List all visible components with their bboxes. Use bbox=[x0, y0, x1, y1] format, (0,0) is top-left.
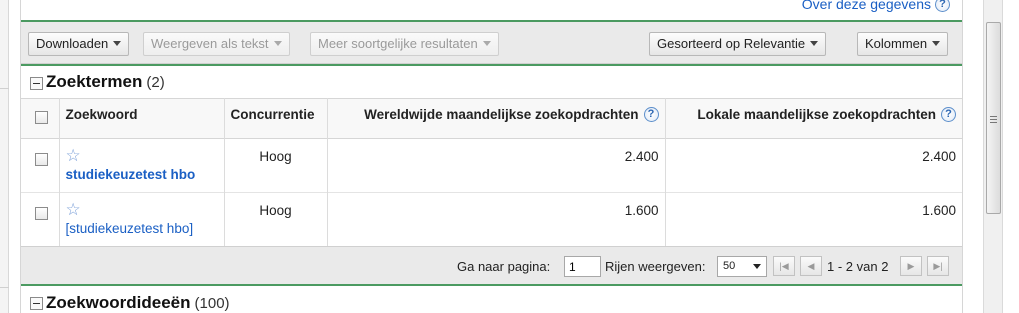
sort-dropdown[interactable]: Gesorteerd op Relevantie bbox=[649, 32, 827, 56]
local-searches-cell: 1.600 bbox=[922, 203, 956, 218]
section-title: Zoektermen (2) bbox=[46, 72, 165, 92]
vertical-scrollbar[interactable] bbox=[983, 0, 1003, 313]
keyword-cell: ☆ studiekeuzetest hbo bbox=[59, 138, 225, 193]
row-checkbox[interactable] bbox=[35, 207, 48, 220]
last-page-button[interactable]: ▶| bbox=[927, 256, 949, 276]
pagination-bar: Ga naar pagina: Rijen weergeven: 50 |◀ ◀… bbox=[21, 246, 962, 284]
results-toolbar: Downloaden Weergeven als tekst Meer soor… bbox=[21, 22, 962, 64]
table-row: ☆ studiekeuzetest hbo Hoog 2.400 2.400 bbox=[21, 138, 962, 193]
table-row: ☆ [studiekeuzetest hbo] Hoog 1.600 1.600 bbox=[21, 192, 962, 247]
column-header-competition[interactable]: Concurrentie bbox=[224, 98, 328, 139]
left-sidebar-edge bbox=[0, 0, 9, 313]
row-checkbox-cell bbox=[21, 138, 60, 193]
next-page-icon: ▶ bbox=[907, 261, 915, 271]
select-all-checkbox[interactable] bbox=[35, 111, 48, 124]
question-icon[interactable]: ? bbox=[941, 106, 956, 122]
local-searches-cell: 2.400 bbox=[922, 149, 956, 164]
rows-per-page-label: Rijen weergeven: bbox=[605, 259, 706, 274]
last-page-icon: ▶| bbox=[933, 261, 943, 271]
star-icon[interactable]: ☆ bbox=[66, 201, 218, 218]
keyword-ideas-title: Zoekwoordideeën bbox=[46, 293, 191, 312]
row-checkbox-cell bbox=[21, 192, 60, 247]
rows-per-page-select[interactable]: 50 bbox=[717, 256, 767, 277]
grip-icon bbox=[990, 116, 997, 117]
keyword-link[interactable]: studiekeuzetest hbo bbox=[66, 167, 218, 182]
next-page-button[interactable]: ▶ bbox=[900, 256, 922, 276]
global-searches-label: Wereldwijde maandelijkse zoekopdrachten bbox=[364, 107, 639, 122]
view-as-text-label: Weergeven als tekst bbox=[151, 36, 269, 51]
columns-dropdown-label: Kolommen bbox=[865, 36, 928, 51]
column-header-keyword[interactable]: Zoekwoord bbox=[59, 98, 225, 139]
keyword-ideas-count: (100) bbox=[194, 295, 230, 312]
global-searches-cell: 1.600 bbox=[327, 192, 666, 247]
collapse-icon[interactable] bbox=[30, 297, 43, 310]
about-data-label[interactable]: Over deze gegevens bbox=[802, 0, 931, 12]
column-header-local-searches[interactable]: Lokale maandelijkse zoekopdrachten? bbox=[665, 99, 962, 139]
prev-page-button[interactable]: ◀ bbox=[800, 256, 822, 276]
search-terms-count: (2) bbox=[146, 74, 165, 91]
first-page-icon: |◀ bbox=[779, 261, 789, 271]
chevron-down-icon bbox=[113, 41, 122, 47]
section-title: Zoekwoordideeën (100) bbox=[46, 293, 230, 313]
local-searches-label: Lokale maandelijkse zoekopdrachten bbox=[697, 107, 936, 122]
page-range-label: 1 - 2 van 2 bbox=[827, 259, 889, 274]
first-page-button[interactable]: |◀ bbox=[773, 256, 795, 276]
sort-dropdown-label: Gesorteerd op Relevantie bbox=[657, 36, 806, 51]
rows-per-page-value: 50 bbox=[723, 260, 736, 272]
competition-cell: Hoog bbox=[224, 192, 328, 247]
search-terms-header: Zoektermen (2) bbox=[21, 66, 962, 98]
chevron-down-icon bbox=[932, 41, 941, 47]
more-similar-label: Meer soortgelijke resultaten bbox=[318, 36, 478, 51]
global-searches-cell: 2.400 bbox=[327, 138, 666, 193]
search-terms-title: Zoektermen bbox=[46, 72, 143, 91]
chevron-down-icon bbox=[810, 41, 819, 47]
download-button[interactable]: Downloaden bbox=[28, 32, 130, 56]
keyword-link[interactable]: [studiekeuzetest hbo] bbox=[66, 221, 218, 236]
question-icon[interactable]: ? bbox=[935, 0, 950, 12]
download-button-label: Downloaden bbox=[36, 36, 109, 51]
scrollbar-thumb[interactable] bbox=[986, 22, 1001, 214]
select-all-cell bbox=[21, 98, 60, 139]
star-icon[interactable]: ☆ bbox=[66, 147, 218, 164]
table-header-row: Zoekwoord Concurrentie Wereldwijde maand… bbox=[21, 98, 962, 139]
question-icon[interactable]: ? bbox=[643, 106, 659, 122]
goto-page-label: Ga naar pagina: bbox=[457, 259, 551, 274]
collapse-icon[interactable] bbox=[30, 77, 43, 90]
prev-page-icon: ◀ bbox=[807, 261, 815, 271]
keyword-cell: ☆ [studiekeuzetest hbo] bbox=[59, 192, 225, 247]
row-checkbox[interactable] bbox=[35, 153, 48, 166]
keyword-tool-panel: Over deze gegevens? Downloaden Weergeven… bbox=[20, 0, 963, 313]
search-terms-table: Zoekwoord Concurrentie Wereldwijde maand… bbox=[21, 98, 962, 247]
column-header-global-searches[interactable]: Wereldwijde maandelijkse zoekopdrachten? bbox=[327, 98, 666, 139]
keyword-ideas-header: Zoekwoordideeën (100) bbox=[21, 286, 962, 313]
chevron-down-icon bbox=[273, 41, 282, 47]
chevron-down-icon bbox=[482, 41, 491, 47]
page-number-input[interactable] bbox=[564, 256, 601, 277]
columns-dropdown[interactable]: Kolommen bbox=[857, 32, 949, 56]
competition-cell: Hoog bbox=[224, 138, 328, 193]
view-as-text-button[interactable]: Weergeven als tekst bbox=[143, 32, 290, 56]
about-data-link[interactable]: Over deze gegevens? bbox=[802, 0, 950, 13]
left-sidebar-notch bbox=[0, 88, 9, 288]
more-similar-button[interactable]: Meer soortgelijke resultaten bbox=[310, 32, 499, 56]
chevron-down-icon bbox=[753, 264, 761, 269]
